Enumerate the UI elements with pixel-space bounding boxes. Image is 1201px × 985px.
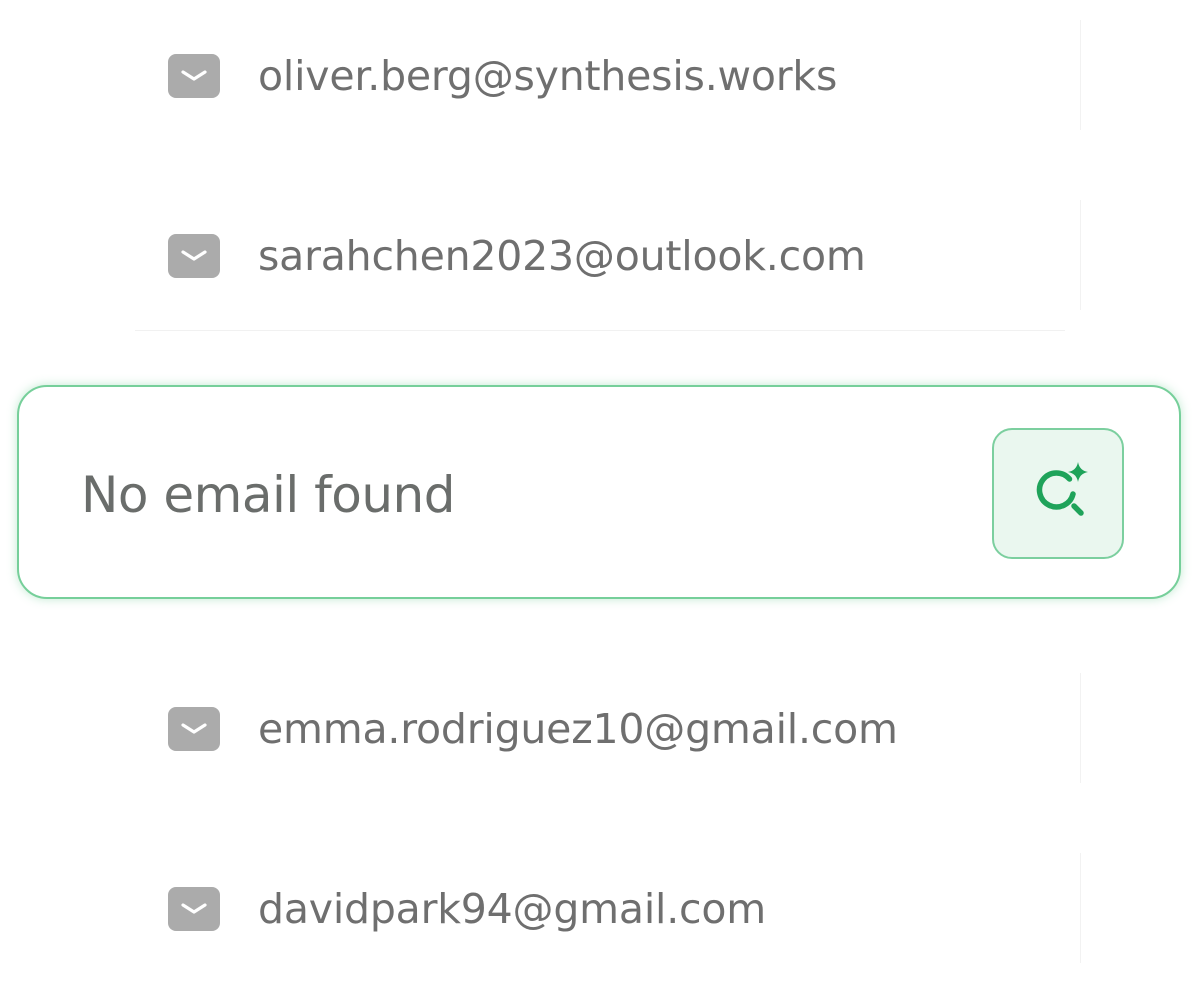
- email-row[interactable]: emma.rodriguez10@gmail.com: [168, 705, 898, 753]
- email-row[interactable]: oliver.berg@synthesis.works: [168, 52, 837, 100]
- email-address: davidpark94@gmail.com: [258, 885, 767, 933]
- row-divider: [135, 330, 1065, 331]
- ai-search-icon: [1023, 457, 1093, 531]
- mail-icon: [168, 707, 220, 751]
- column-divider: [1080, 673, 1081, 783]
- email-address: emma.rodriguez10@gmail.com: [258, 705, 898, 753]
- no-email-card: No email found: [17, 385, 1181, 599]
- no-email-message: No email found: [81, 466, 455, 524]
- column-divider: [1080, 853, 1081, 963]
- mail-icon: [168, 234, 220, 278]
- email-row[interactable]: davidpark94@gmail.com: [168, 885, 766, 933]
- email-address: oliver.berg@synthesis.works: [258, 52, 838, 100]
- email-row[interactable]: sarahchen2023@outlook.com: [168, 232, 866, 280]
- column-divider: [1080, 20, 1081, 130]
- email-address: sarahchen2023@outlook.com: [258, 232, 866, 280]
- find-email-button[interactable]: [992, 428, 1124, 559]
- column-divider: [1080, 200, 1081, 310]
- mail-icon: [168, 54, 220, 98]
- mail-icon: [168, 887, 220, 931]
